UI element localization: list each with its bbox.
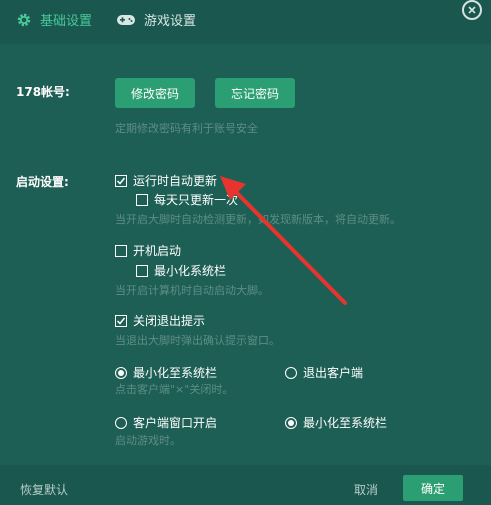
- cancel-button[interactable]: 取消: [354, 481, 378, 498]
- update-hint: 当开启大脚时自动检测更新，如发现新版本，将自动更新。: [115, 213, 401, 226]
- auto-update-checkbox[interactable]: 运行时自动更新: [115, 172, 217, 189]
- tab-game-settings[interactable]: 游戏设置: [116, 10, 196, 29]
- close-minimize-radio[interactable]: 最小化至系统栏: [115, 364, 217, 381]
- checkbox-unchecked: [136, 193, 148, 206]
- radio-unselected: [115, 416, 127, 429]
- gear-icon: [16, 12, 32, 28]
- boot-start-checkbox[interactable]: 开机启动: [115, 242, 181, 259]
- restore-default-button[interactable]: 恢复默认: [20, 481, 68, 498]
- close-button[interactable]: [462, 0, 482, 20]
- close-icon: [467, 5, 477, 15]
- radio-label: 最小化至系统栏: [133, 366, 218, 380]
- gamepad-icon: [116, 13, 136, 27]
- annotation-arrow: [220, 176, 347, 305]
- radio-selected: [285, 416, 297, 429]
- radio-unselected: [285, 366, 297, 379]
- tab-basic-settings[interactable]: 基础设置: [16, 10, 92, 29]
- minimize-tray-checkbox[interactable]: 最小化系统栏: [136, 262, 226, 279]
- radio-selected: [115, 366, 127, 379]
- tab-label: 游戏设置: [144, 14, 197, 29]
- checkbox-unchecked: [115, 244, 127, 257]
- boot-hint: 当开启计算机时自动启动大脚。: [115, 284, 269, 297]
- tab-label: 基础设置: [40, 14, 93, 29]
- change-password-button[interactable]: 修改密码: [115, 78, 195, 108]
- radio-label: 退出客户端: [303, 366, 364, 380]
- account-label: 178帐号:: [16, 85, 70, 99]
- checkbox-checked: [115, 174, 127, 187]
- close-exit-radio[interactable]: 退出客户端: [285, 364, 363, 381]
- radio-label: 客户端窗口开启: [133, 416, 218, 430]
- game-hint: 启动游戏时。: [115, 434, 181, 447]
- game-minimize-radio[interactable]: 最小化至系统栏: [285, 414, 387, 431]
- checkbox-unchecked: [136, 264, 148, 277]
- game-open-client-radio[interactable]: 客户端窗口开启: [115, 414, 217, 431]
- radio-label: 最小化至系统栏: [303, 416, 388, 430]
- exit-hint: 当退出大脚时弹出确认提示窗口。: [115, 334, 280, 347]
- checkbox-label: 关闭退出提示: [133, 314, 206, 328]
- confirm-button[interactable]: 确定: [403, 475, 463, 501]
- checkbox-label: 最小化系统栏: [154, 264, 227, 278]
- startup-label: 启动设置:: [16, 175, 69, 189]
- exit-prompt-checkbox[interactable]: 关闭退出提示: [115, 312, 205, 329]
- checkbox-label: 运行时自动更新: [133, 174, 218, 188]
- checkbox-checked: [115, 314, 127, 327]
- close-hint: 点击客户端"×"关闭时。: [115, 383, 234, 396]
- daily-update-checkbox[interactable]: 每天只更新一次: [136, 191, 238, 208]
- forgot-password-button[interactable]: 忘记密码: [215, 78, 295, 108]
- account-hint: 定期修改密码有利于账号安全: [115, 122, 258, 135]
- checkbox-label: 每天只更新一次: [154, 193, 239, 207]
- checkbox-label: 开机启动: [133, 244, 182, 258]
